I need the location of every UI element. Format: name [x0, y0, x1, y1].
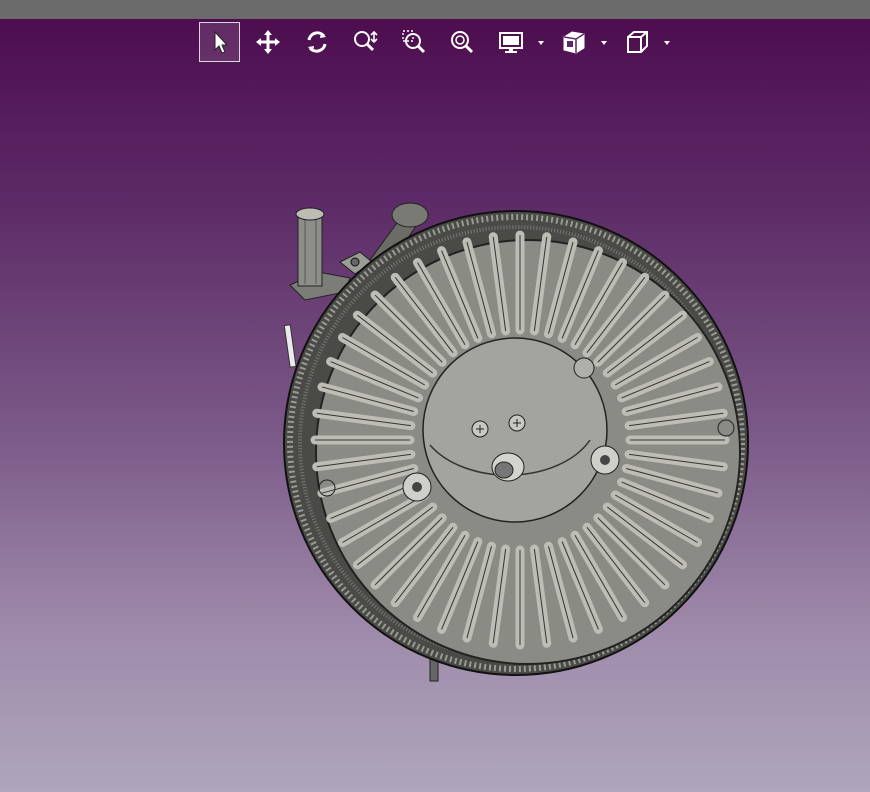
fan-assembly[interactable]: [283, 210, 749, 676]
top-bar: [0, 0, 870, 19]
3d-viewport[interactable]: [0, 19, 870, 792]
